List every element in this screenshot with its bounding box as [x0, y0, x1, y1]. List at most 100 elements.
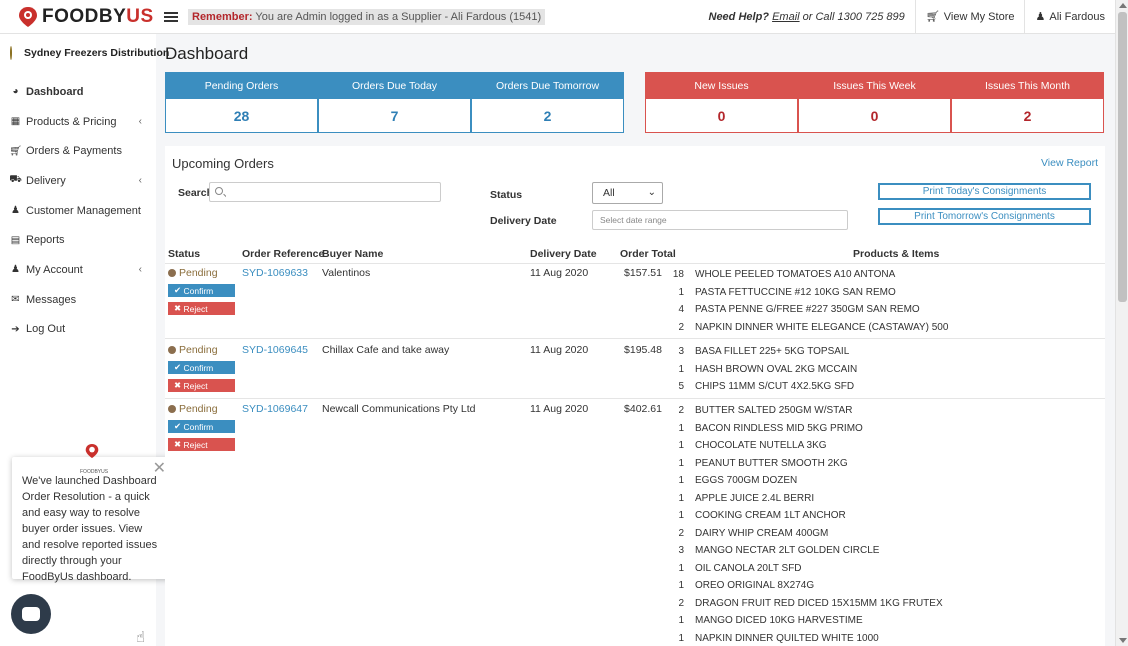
cart-icon: 🛒︎ [9, 145, 22, 157]
col-delivery-date[interactable]: Delivery Date [530, 248, 597, 260]
confirm-button[interactable]: ✔ Confirm [168, 284, 235, 297]
stat-orders-due-today[interactable]: Orders Due Today 7 [318, 72, 471, 133]
status-dot-icon [168, 269, 176, 277]
logo-text: FOODBYUS [42, 5, 154, 27]
sidebar-item-dashboard[interactable]: ◕ Dashboard [0, 77, 156, 107]
search-input-wrap[interactable] [209, 182, 441, 202]
list-item: 2 BUTTER SALTED 250GM W/STAR [678, 405, 853, 416]
stat-orders-due-tomorrow[interactable]: Orders Due Tomorrow 2 [471, 72, 624, 133]
confirm-button[interactable]: ✔ Confirm [168, 361, 235, 374]
sidebar-item-messages[interactable]: ✉ Messages [0, 285, 156, 315]
sidebar-item-customer-management[interactable]: ♟ Customer Management [0, 196, 156, 226]
chat-button[interactable] [11, 594, 51, 634]
help-email-link[interactable]: Email [772, 11, 800, 23]
check-icon: ✔ [174, 362, 184, 372]
confirm-button[interactable]: ✔ Confirm [168, 420, 235, 433]
location-pin-icon [85, 444, 99, 458]
print-tomorrow-button[interactable]: Print Tomorrow's Consignments [878, 208, 1091, 225]
chevron-down-icon: ⌄ [647, 187, 656, 198]
status-badge: Pending [168, 344, 218, 356]
sidebar-item-delivery[interactable]: ⛟ Delivery ‹ [0, 166, 156, 196]
store-header: Sydney Freezers Distribution [0, 34, 169, 72]
scroll-down-icon[interactable] [1119, 638, 1127, 643]
stat-pending-orders[interactable]: Pending Orders 28 [165, 72, 318, 133]
sidebar-item-orders-payments[interactable]: 🛒︎ Orders & Payments [0, 136, 156, 166]
scroll-thumb[interactable] [1118, 12, 1127, 302]
order-total: $195.48 [624, 344, 662, 356]
reject-button[interactable]: ✖ Reject [168, 379, 235, 392]
stat-issues-this-month[interactable]: Issues This Month 2 [951, 72, 1104, 133]
envelope-icon: ✉ [11, 294, 20, 306]
close-icon[interactable]: ✕ [153, 461, 166, 477]
search-input[interactable] [226, 184, 436, 200]
sidebar-item-reports[interactable]: ▤ Reports [0, 225, 156, 255]
list-item: 5 CHIPS 11MM S/CUT 4X2.5KG SFD [678, 381, 855, 392]
sidebar-item-log-out[interactable]: ➔ Log Out [0, 315, 156, 345]
status-badge: Pending [168, 403, 218, 415]
order-stats: Pending Orders 28 Orders Due Today 7 Ord… [165, 72, 624, 133]
cart-icon: 🛒︎ [925, 11, 940, 23]
delivery-date: 11 Aug 2020 [530, 344, 589, 356]
user-menu[interactable]: ♟ Ali Fardous [1024, 0, 1115, 34]
times-icon: ✖ [174, 380, 184, 390]
status-badge: Pending [168, 267, 218, 279]
users-icon: ♟ [11, 205, 20, 217]
chevron-left-icon: ‹ [138, 264, 142, 276]
col-status[interactable]: Status [168, 248, 200, 260]
search-icon [215, 187, 223, 195]
page-title: Dashboard [165, 44, 249, 63]
promo-text: We've launched Dashboard Order Resolutio… [22, 475, 158, 583]
view-report-link[interactable]: View Report [1041, 157, 1098, 169]
sidebar-item-my-account[interactable]: ♟ My Account ‹ [0, 255, 156, 285]
print-today-button[interactable]: Print Today's Consignments [878, 183, 1091, 200]
list-item: 2 NAPKIN DINNER WHITE ELEGANCE (CASTAWAY)… [678, 321, 949, 333]
list-item: 1 OREO ORIGINAL 8X274G [678, 580, 815, 591]
list-item: 1 HASH BROWN OVAL 2KG MCCAIN [678, 363, 858, 375]
reject-button[interactable]: ✖ Reject [168, 302, 235, 315]
table-header-divider [165, 263, 1105, 264]
list-item: 3 BASA FILLET 225+ 5KG TOPSAIL [678, 346, 850, 357]
list-item: 4 PASTA PENNE G/FREE #227 350GM SAN REMO [678, 304, 920, 315]
search-label: Search [178, 187, 214, 199]
list-item: 1 NAPKIN DINNER QUILTED WHITE 1000 [678, 632, 879, 644]
truck-icon: ⛟ [9, 174, 22, 186]
status-select[interactable]: All ⌄ [592, 182, 663, 204]
scroll-up-icon[interactable] [1119, 3, 1127, 8]
chevron-left-icon: ‹ [138, 175, 142, 187]
order-reference-link[interactable]: SYD-1069645 [242, 344, 308, 356]
buyer-name: Chillax Cafe and take away [322, 344, 450, 356]
stat-new-issues[interactable]: New Issues 0 [645, 72, 798, 133]
col-buyer-name[interactable]: Buyer Name [322, 248, 383, 260]
page-scrollbar[interactable] [1115, 0, 1128, 646]
location-pin-icon [19, 6, 37, 27]
sidebar-item-products-pricing[interactable]: ▦ Products & Pricing ‹ [0, 107, 156, 137]
order-reference-link[interactable]: SYD-1069633 [242, 267, 308, 279]
delivery-date-input[interactable]: Select date range [592, 210, 848, 230]
promo-logo: FOODBYUS [80, 443, 108, 480]
col-order-total[interactable]: Order Total [620, 248, 676, 260]
times-icon: ✖ [174, 303, 184, 313]
list-item: 2 DAIRY WHIP CREAM 400GM [678, 527, 829, 539]
col-order-reference[interactable]: Order Reference [242, 248, 324, 260]
view-my-store-link[interactable]: 🛒︎ View My Store [914, 0, 1025, 34]
hand-pointer-icon: ☝ [136, 629, 146, 646]
row-divider [165, 338, 1105, 339]
check-icon: ✔ [174, 421, 184, 431]
list-item: 1 BACON RINDLESS MID 5KG PRIMO [678, 422, 863, 434]
buyer-name: Newcall Communications Pty Ltd [322, 403, 476, 415]
foodbyus-logo[interactable]: FOODBYUS [0, 6, 160, 28]
reject-button[interactable]: ✖ Reject [168, 438, 235, 451]
menu-toggle-icon[interactable] [164, 11, 178, 22]
list-item: 1 MANGO DICED 10KG HARVESTIME [678, 615, 863, 626]
store-name: Sydney Freezers Distribution [24, 47, 170, 59]
stat-issues-this-week[interactable]: Issues This Week 0 [798, 72, 951, 133]
dashboard-icon: ◕ [12, 86, 19, 98]
order-reference-link[interactable]: SYD-1069647 [242, 403, 308, 415]
sign-out-icon: ➔ [11, 323, 20, 335]
bar-chart-icon: ▤ [10, 234, 21, 246]
order-total: $402.61 [624, 403, 662, 415]
delivery-date-label: Delivery Date [490, 215, 557, 227]
status-label: Status [490, 189, 523, 201]
status-dot-icon [168, 405, 176, 413]
user-icon: ♟ [11, 264, 20, 276]
